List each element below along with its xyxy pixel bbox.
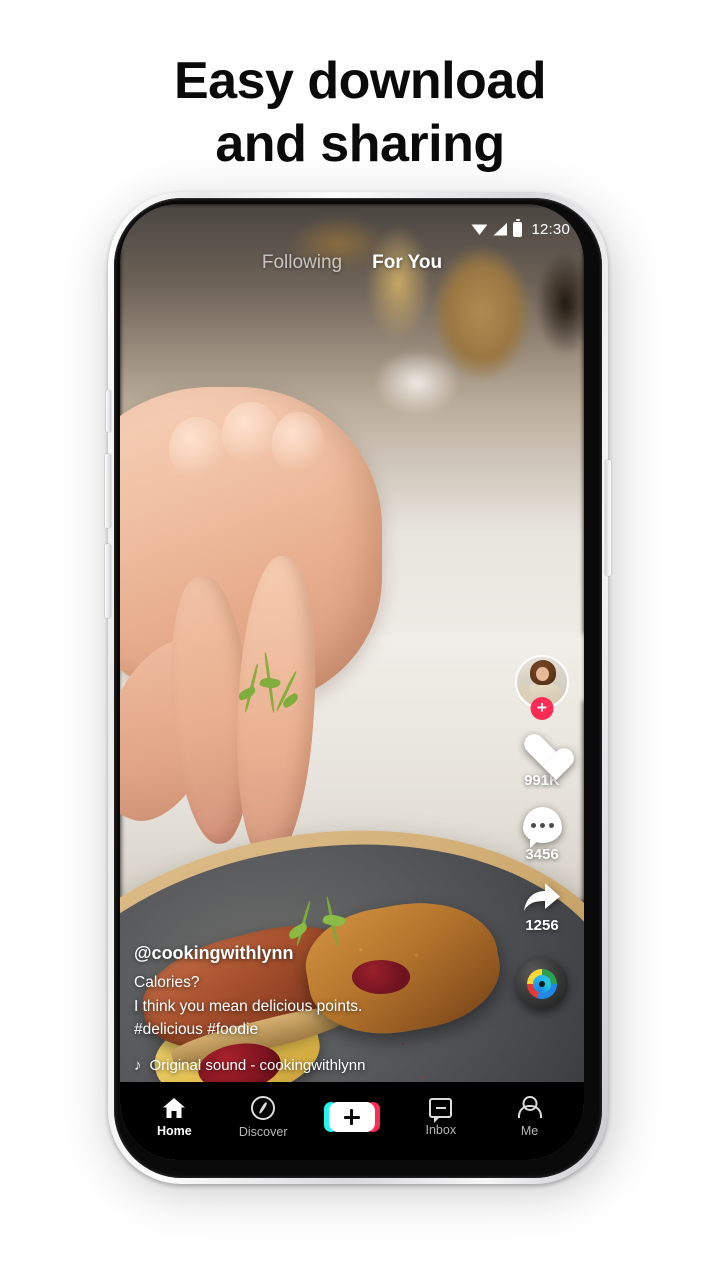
wifi-icon (471, 224, 488, 235)
volume-down-button[interactable] (105, 544, 111, 618)
headline-line-2: and sharing (215, 115, 505, 174)
nav-label-home: Home (157, 1123, 192, 1138)
nav-item-me[interactable]: Me (493, 1096, 567, 1138)
home-icon (162, 1097, 186, 1119)
nav-item-inbox[interactable]: Inbox (404, 1097, 478, 1137)
volume-up-button[interactable] (105, 454, 111, 528)
headline-line-1: Easy download (173, 52, 547, 110)
action-rail: + 991K 3456 1256 (510, 655, 574, 1010)
sound-row[interactable]: ♪ Original sound - cookingwithlynn (134, 1057, 365, 1074)
status-bar: 12:30 (120, 216, 584, 242)
mute-switch-button[interactable] (106, 390, 111, 432)
comment-icon[interactable] (522, 807, 562, 848)
creator-handle[interactable]: @cookingwithlynn (134, 943, 434, 964)
creator-avatar-wrap[interactable]: + (515, 655, 569, 720)
status-bar-clock: 12:30 (531, 220, 570, 238)
page-title: Easy download and sharing (0, 50, 720, 177)
create-video-button[interactable] (323, 1102, 380, 1132)
heart-icon[interactable] (522, 733, 562, 769)
tab-following[interactable]: Following (262, 252, 342, 274)
plus-icon (343, 1109, 360, 1125)
caption-line-1: Calories? (134, 974, 200, 992)
feed-tabs: Following For You (120, 252, 584, 274)
tab-for-you[interactable]: For You (372, 252, 442, 274)
music-disc-icon[interactable] (516, 958, 568, 1010)
video-caption: @cookingwithlynn Calories? I think you m… (134, 943, 434, 1042)
garnish-sprig (230, 645, 329, 754)
comment-count: 3456 (525, 846, 559, 863)
phone-screen: 12:30 Following For You + 991K 3456 1256… (120, 204, 584, 1160)
follow-button[interactable]: + (530, 697, 554, 720)
compass-icon (251, 1095, 276, 1120)
phone-mockup: 12:30 Following For You + 991K 3456 1256… (105, 192, 611, 1184)
share-arrow-icon[interactable] (522, 881, 562, 914)
nav-item-home[interactable]: Home (137, 1097, 211, 1138)
comment-action[interactable]: 3456 (522, 807, 562, 863)
music-note-icon: ♪ (134, 1057, 142, 1074)
nav-item-discover[interactable]: Discover (226, 1095, 300, 1139)
share-count: 1256 (525, 917, 559, 934)
promo-screenshot: Easy download and sharing 12:30 Followin… (0, 0, 720, 1280)
share-action[interactable]: 1256 (522, 881, 562, 934)
inbox-icon (429, 1097, 453, 1123)
tiktok-video-feed[interactable]: 12:30 Following For You + 991K 3456 1256… (120, 204, 584, 1160)
chef-hand-image (120, 357, 436, 866)
bottom-navigation: Home Discover Inbox Me (120, 1082, 584, 1160)
nav-item-create[interactable] (315, 1102, 389, 1132)
power-button[interactable] (605, 460, 611, 576)
cellular-signal-icon (493, 222, 508, 236)
nav-label-me: Me (520, 1124, 539, 1138)
nav-label-discover: Discover (238, 1124, 288, 1139)
sound-label[interactable]: Original sound - cookingwithlynn (150, 1057, 366, 1074)
like-action[interactable]: 991K (522, 733, 562, 789)
caption-line-2: I think you mean delicious points. (134, 997, 363, 1015)
nav-label-inbox: Inbox (425, 1122, 457, 1137)
caption-hashtags[interactable]: #delicious #foodie (134, 1018, 434, 1042)
battery-icon (513, 219, 523, 237)
person-icon (518, 1096, 542, 1119)
